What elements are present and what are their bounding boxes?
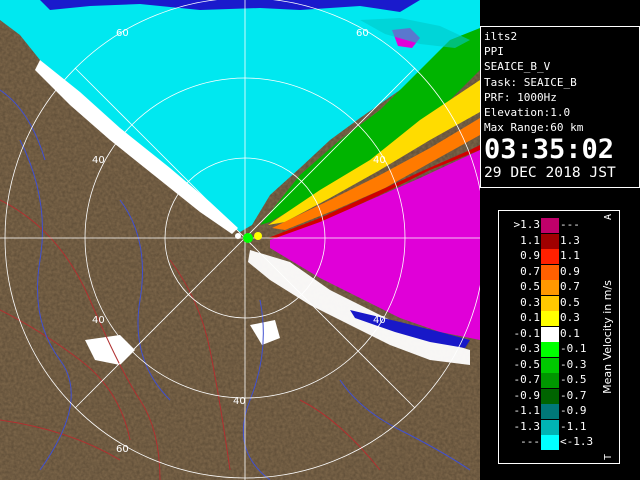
ring-label: 60 (356, 28, 369, 39)
legend-range-high: 0.5 (560, 295, 580, 309)
legend-color-swatch (541, 357, 559, 373)
legend-color-swatch (541, 233, 559, 249)
legend-color-swatch (541, 218, 559, 233)
legend-range-low: -0.9 (513, 388, 541, 402)
legend-range-high: 0.1 (560, 326, 580, 340)
ring-label: 40 (373, 155, 386, 166)
legend-range-low: >1.3 (513, 218, 541, 231)
legend-range-high: -0.7 (560, 388, 587, 402)
legend-range-high: -1.1 (560, 419, 587, 433)
legend-range-low: 0.7 (520, 264, 540, 278)
legend-color-swatch (541, 388, 559, 404)
legend-color-swatch (541, 249, 559, 264)
legend-range-low: 0.5 (520, 280, 540, 293)
legend-color-swatch (541, 326, 559, 342)
ring-label: 40 (92, 155, 105, 166)
legend-range-high: 0.9 (560, 264, 580, 278)
legend-color-swatch (541, 419, 559, 435)
legend-range-high: <-1.3 (560, 435, 594, 448)
legend-range-low: -0.1 (513, 326, 541, 340)
legend-range-high: 1.3 (560, 233, 580, 247)
legend-corner-top: A (603, 214, 614, 220)
prf-value: PRF: 1000Hz (484, 90, 557, 104)
legend-range-low: -0.3 (513, 342, 541, 355)
radar-ppi-display[interactable]: 60 60 40 40 40 40 40 60 (0, 0, 480, 480)
legend-range-high: -0.5 (560, 373, 587, 386)
legend-range-high: -0.9 (560, 404, 587, 417)
ring-label: 60 (116, 28, 129, 39)
elevation-value: Elevation:1.0 (484, 106, 571, 120)
legend-color-swatch (541, 311, 559, 326)
max-range-value: Max Range:60 km (484, 121, 584, 135)
legend-range-low: -0.7 (513, 373, 541, 386)
legend-color-swatch (541, 264, 559, 280)
site-name: ilts2 (484, 30, 518, 43)
legend-range-high: --- (560, 218, 580, 231)
scan-time: 03:35:02 (484, 134, 615, 166)
scan-date: 29 DEC 2018 JST (484, 164, 616, 182)
product-name: SEAICE_B_V (484, 60, 551, 74)
legend-range-low: -1.1 (513, 404, 541, 417)
legend-color-swatch (541, 373, 559, 388)
legend-color-swatch (541, 295, 559, 311)
ring-label: 40 (233, 396, 246, 407)
legend-range-low: 0.1 (520, 311, 540, 324)
velocity-color-legend: >1.3 --- 1.1 1.3 0.9 1.1 0.7 0.9 0.5 0.7 0.3 0.5 0.1… (498, 210, 620, 464)
legend-range-low: -1.3 (513, 419, 541, 433)
scan-info-panel: ilts2 PPI SEAICE_B_V Task: SEAICE_B PRF:… (480, 26, 640, 188)
legend-color-swatch (541, 404, 559, 419)
legend-range-high: -0.3 (560, 357, 587, 371)
ring-label: 60 (116, 444, 129, 455)
ring-label: 40 (92, 315, 105, 326)
legend-color-swatch (541, 342, 559, 357)
legend-range-low: -0.5 (513, 357, 541, 371)
legend-title: Mean Velocity in m/s (601, 280, 614, 394)
legend-range-low: 0.9 (520, 249, 540, 262)
ring-label: 40 (373, 315, 386, 326)
legend-range-high: 0.7 (560, 280, 580, 293)
legend-range-high: 0.3 (560, 311, 580, 324)
scan-mode: PPI (484, 45, 504, 59)
legend-range-high: 1.1 (560, 249, 580, 262)
legend-color-swatch (541, 435, 559, 450)
legend-range-low: 0.3 (520, 295, 540, 309)
legend-range-low: --- (520, 435, 540, 448)
legend-range-high: -0.1 (560, 342, 587, 355)
legend-range-low: 1.1 (520, 233, 540, 247)
legend-corner-bottom: T (603, 454, 614, 460)
legend-color-swatch (541, 280, 559, 295)
task-name: Task: SEAICE_B (484, 75, 577, 89)
